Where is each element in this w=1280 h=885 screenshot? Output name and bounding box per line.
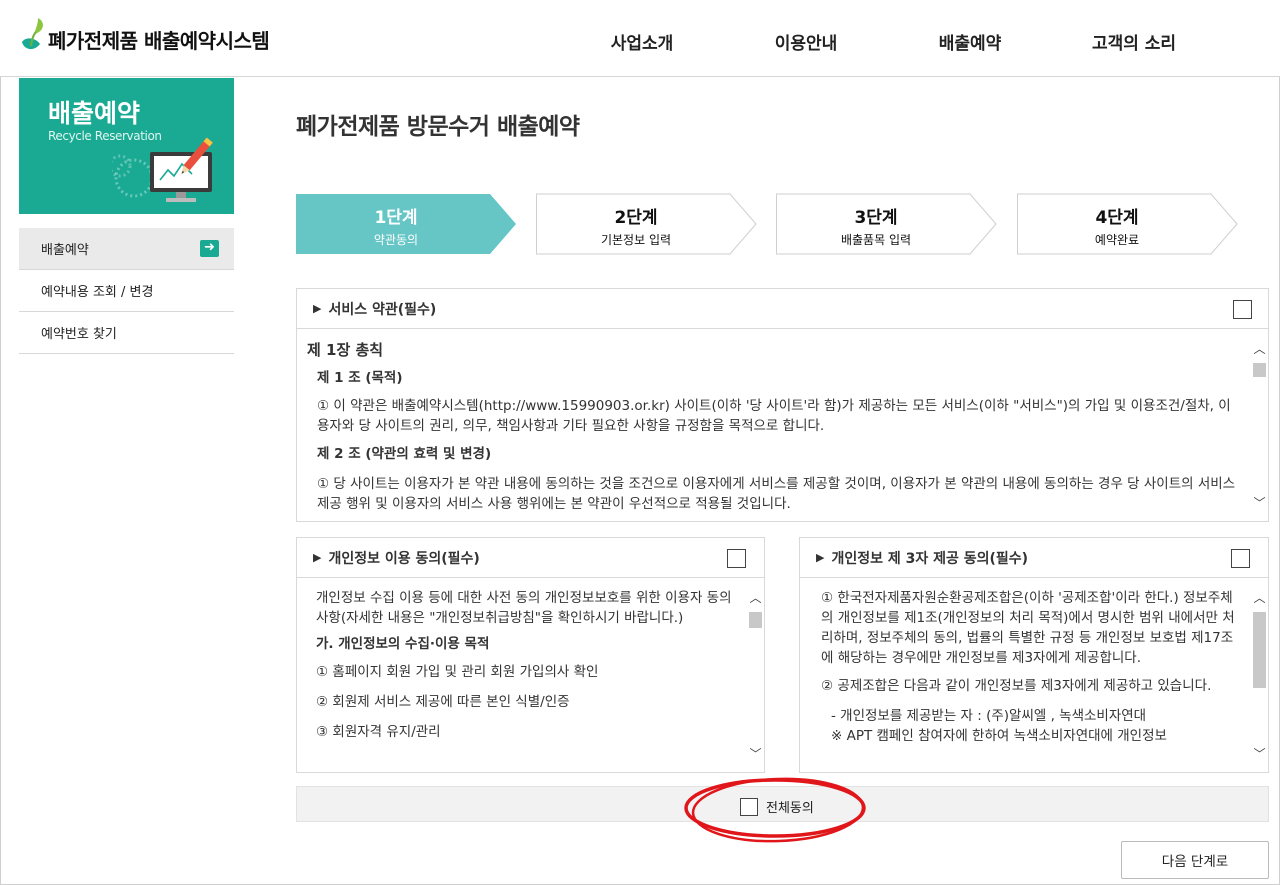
- site-logo[interactable]: 폐가전제품 배출예약시스템: [18, 12, 270, 56]
- next-step-button[interactable]: 다음 단계로: [1121, 841, 1269, 879]
- terms-article-2-text: ① 당 사이트는 이용자가 본 약관 내용에 동의하는 것을 조건으로 이용자에…: [317, 476, 1236, 512]
- monitor-pencil-icon: [112, 137, 213, 202]
- step-label: 배출품목 입력: [840, 233, 912, 247]
- page-title: 폐가전제품 방문수거 배출예약: [296, 114, 580, 140]
- privacy-intro: 개인정보 수집 이용 등에 대한 사전 동의 개인정보보호를 위한 이용자 동의…: [316, 590, 732, 626]
- third-party-checkbox[interactable]: [1231, 549, 1250, 568]
- step-4: 4단계예약완료: [1017, 193, 1239, 255]
- sidebar-item-inquiry[interactable]: 예약내용 조회 / 변경: [19, 270, 234, 312]
- terms-scrollbar[interactable]: ︿ ﹀: [1251, 341, 1268, 511]
- privacy-title: 개인정보 이용 동의(필수): [328, 550, 480, 567]
- header: 폐가전제품 배출예약시스템 사업소개 이용안내 배출예약 고객의 소리: [0, 0, 1280, 77]
- triangle-right-icon: ▶: [313, 302, 322, 315]
- scroll-down-icon[interactable]: ﹀: [1251, 746, 1268, 762]
- triangle-right-icon: ▶: [313, 551, 322, 564]
- sidebar-menu: 배출예약 ➜ 예약내용 조회 / 변경 예약번호 찾기: [19, 228, 234, 354]
- nav-reservation[interactable]: 배출예약: [888, 0, 1052, 77]
- step-1: 1단계약관동의: [296, 193, 518, 254]
- step-number: 3단계: [854, 208, 898, 228]
- privacy-item: ① 홈페이지 회원 가입 및 관리 회원 가입의사 확인: [316, 664, 599, 680]
- scroll-up-icon[interactable]: ︿: [1251, 341, 1268, 357]
- privacy-item: ② 회원제 서비스 제공에 따른 본인 식별/인증: [316, 694, 570, 710]
- third-party-recipient: - 개인정보를 제공받는 자 : (주)알씨엘 , 녹색소비자연대: [831, 708, 1147, 724]
- third-party-note: ※ APT 캠페인 참여자에 한하여 녹색소비자연대에 개인정보: [831, 728, 1167, 744]
- step-label: 예약완료: [1094, 233, 1140, 247]
- terms-header: ▶ 서비스 약관(필수): [297, 289, 1268, 329]
- third-party-title: 개인정보 제 3자 제공 동의(필수): [831, 550, 1029, 567]
- third-party-box: ▶ 개인정보 제 3자 제공 동의(필수) ① 한국전자제품자원순환공제조합은(…: [799, 537, 1269, 773]
- scroll-down-icon[interactable]: ﹀: [1251, 495, 1268, 511]
- triangle-right-icon: ▶: [816, 551, 825, 564]
- nav-guide[interactable]: 이용안내: [724, 0, 888, 77]
- scroll-up-icon[interactable]: ︿: [1251, 590, 1268, 606]
- step-number: 4단계: [1095, 208, 1139, 228]
- privacy-scrollbar[interactable]: ︿ ﹀: [747, 590, 764, 762]
- step-number: 1단계: [374, 208, 418, 228]
- step-label: 기본정보 입력: [600, 233, 672, 247]
- terms-checkbox[interactable]: [1233, 300, 1252, 319]
- third-party-paragraph: ① 한국전자제품자원순환공제조합은(이하 '공제조합'이라 한다.) 정보주체의…: [821, 590, 1235, 666]
- privacy-checkbox[interactable]: [727, 549, 746, 568]
- terms-article-1-title: 제 1 조 (목적): [317, 370, 403, 386]
- terms-content[interactable]: 제 1장 총칙 제 1 조 (목적) ① 이 약관은 배출예약시스템(http:…: [297, 330, 1250, 521]
- privacy-header: ▶ 개인정보 이용 동의(필수): [297, 538, 764, 578]
- main-nav: 사업소개 이용안내 배출예약 고객의 소리: [560, 0, 1216, 77]
- sidebar-item-find-number[interactable]: 예약번호 찾기: [19, 312, 234, 354]
- sidebar-item-label: 배출예약: [41, 243, 89, 258]
- scroll-thumb[interactable]: [749, 612, 762, 628]
- terms-chapter: 제 1장 총칙: [307, 341, 384, 359]
- step-indicator: 1단계약관동의 2단계기본정보 입력 3단계배출품목 입력 4단계예약완료: [296, 193, 1256, 255]
- scroll-thumb[interactable]: [1253, 612, 1266, 688]
- annotation-ring: [684, 777, 866, 843]
- scroll-thumb[interactable]: [1253, 363, 1266, 377]
- sidebar-item-label: 예약번호 찾기: [41, 327, 117, 342]
- third-party-header: ▶ 개인정보 제 3자 제공 동의(필수): [800, 538, 1268, 578]
- privacy-section-title: 가. 개인정보의 수집·이용 목적: [316, 636, 490, 652]
- scroll-down-icon[interactable]: ﹀: [747, 746, 764, 762]
- third-party-content[interactable]: ① 한국전자제품자원순환공제조합은(이하 '공제조합'이라 한다.) 정보주체의…: [800, 579, 1250, 772]
- leaf-logo-icon: [22, 18, 43, 50]
- terms-title: 서비스 약관(필수): [328, 301, 437, 318]
- sidebar-item-label: 예약내용 조회 / 변경: [41, 285, 154, 300]
- step-2: 2단계기본정보 입력: [536, 193, 758, 255]
- step-label: 약관동의: [373, 233, 419, 247]
- sidebar-banner: 배출예약 Recycle Reservation: [19, 78, 234, 214]
- sidebar-item-reservation[interactable]: 배출예약 ➜: [19, 228, 234, 270]
- scroll-up-icon[interactable]: ︿: [747, 590, 764, 606]
- third-party-paragraph: ② 공제조합은 다음과 같이 개인정보를 제3자에게 제공하고 있습니다.: [821, 678, 1212, 694]
- third-party-scrollbar[interactable]: ︿ ﹀: [1251, 590, 1268, 762]
- privacy-content[interactable]: 개인정보 수집 이용 등에 대한 사전 동의 개인정보보호를 위한 이용자 동의…: [297, 579, 746, 772]
- terms-box: ▶ 서비스 약관(필수) 제 1장 총칙 제 1 조 (목적) ① 이 약관은 …: [296, 288, 1269, 522]
- terms-article-2-title: 제 2 조 (약관의 효력 및 변경): [317, 446, 492, 462]
- arrow-right-icon: ➜: [200, 240, 219, 257]
- privacy-item: ③ 회원자격 유지/관리: [316, 724, 441, 740]
- nav-business-intro[interactable]: 사업소개: [560, 0, 724, 77]
- nav-customer-voice[interactable]: 고객의 소리: [1052, 0, 1216, 77]
- logo-text: 폐가전제품 배출예약시스템: [48, 29, 270, 53]
- sidebar-banner-title: 배출예약: [48, 99, 141, 128]
- privacy-box: ▶ 개인정보 이용 동의(필수) 개인정보 수집 이용 등에 대한 사전 동의 …: [296, 537, 765, 773]
- step-number: 2단계: [614, 208, 658, 228]
- step-3: 3단계배출품목 입력: [776, 193, 998, 255]
- terms-article-1-text: ① 이 약관은 배출예약시스템(http://www.15990903.or.k…: [317, 398, 1231, 434]
